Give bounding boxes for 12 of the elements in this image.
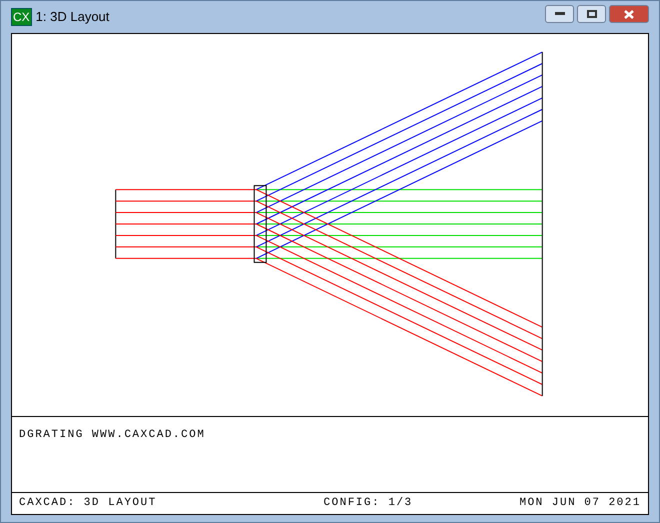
close-button[interactable] bbox=[609, 5, 649, 23]
maximize-button[interactable] bbox=[577, 5, 606, 23]
minimize-icon bbox=[554, 12, 564, 16]
message-text: DGRATING WWW.CAXCAD.COM bbox=[19, 429, 206, 441]
maximize-icon bbox=[586, 10, 596, 18]
minimize-button[interactable] bbox=[545, 5, 574, 23]
date-text: MON JUN 07 2021 bbox=[519, 496, 641, 512]
close-icon bbox=[624, 10, 634, 18]
config-text: CONFIG: 1/3 bbox=[324, 496, 413, 512]
status-text: CAXCAD: 3D LAYOUT bbox=[19, 496, 157, 512]
window-title: 1: 3D Layout bbox=[36, 8, 110, 26]
app-logo: CX bbox=[11, 8, 32, 26]
